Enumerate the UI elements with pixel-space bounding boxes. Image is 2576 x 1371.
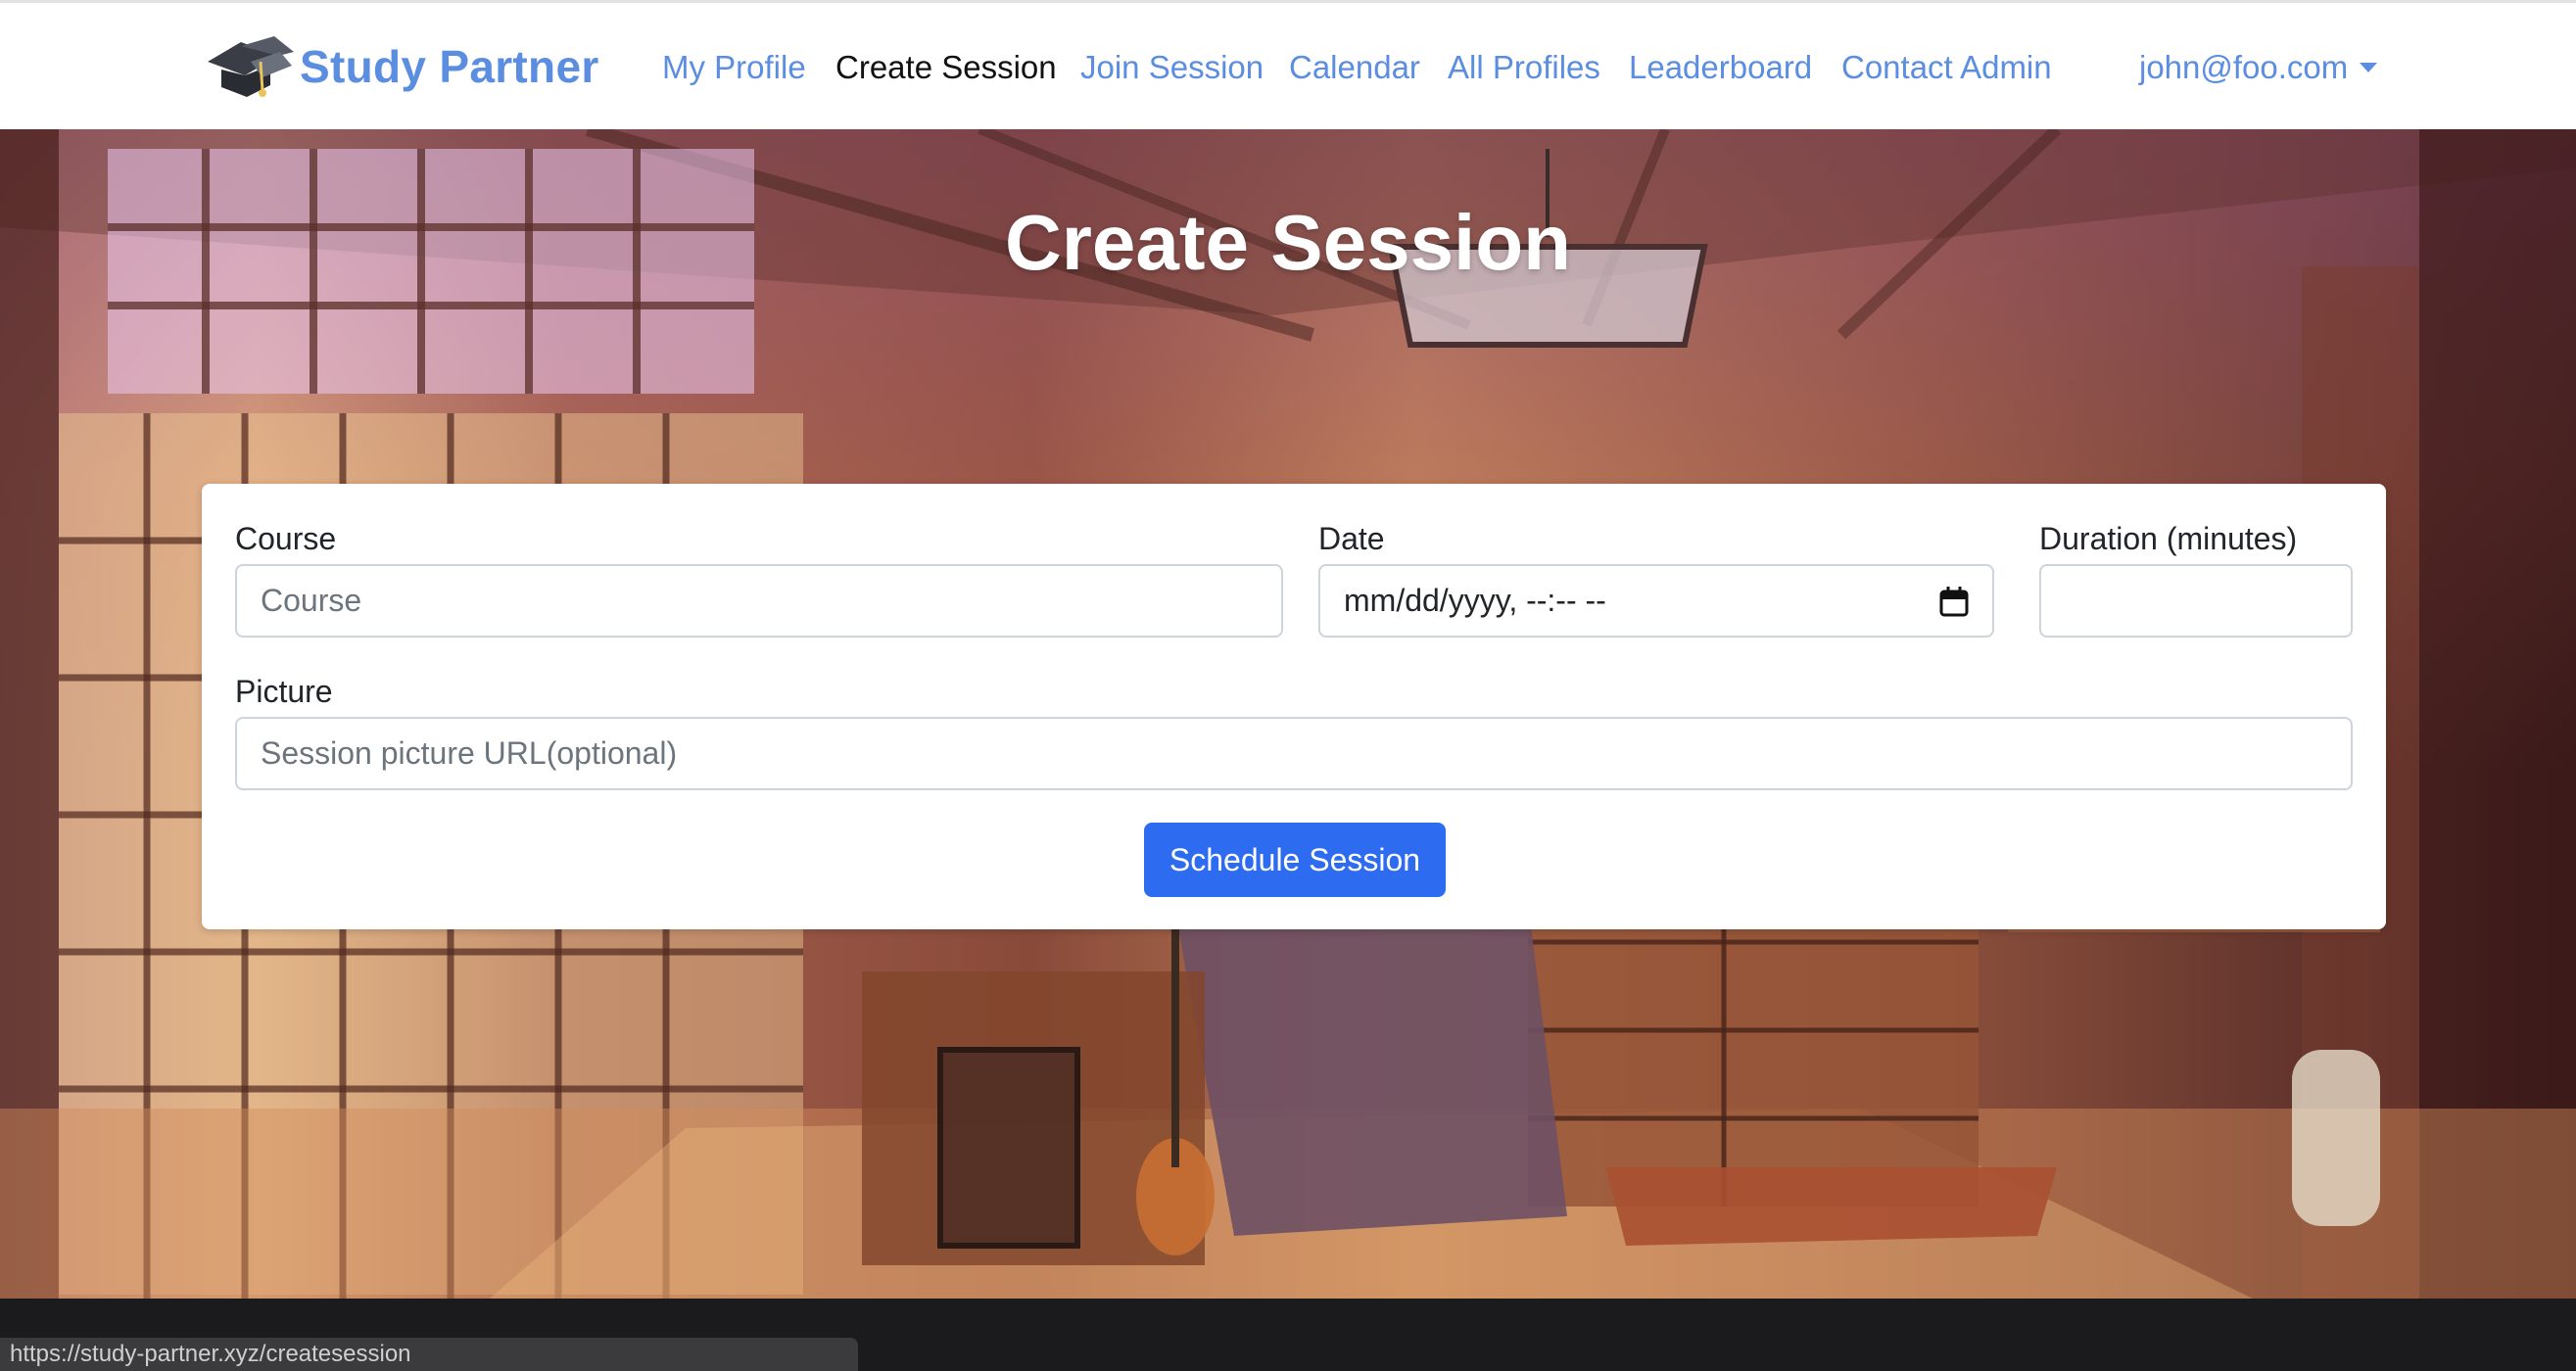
course-label: Course <box>235 521 337 556</box>
nav-all-profiles[interactable]: All Profiles <box>1448 48 1600 87</box>
date-input[interactable]: mm/dd/yyyy, --:-- -- <box>1318 564 1994 638</box>
page-title: Create Session <box>1004 199 1572 286</box>
calendar-icon[interactable] <box>1939 586 1969 617</box>
duration-input[interactable] <box>2039 564 2353 638</box>
navbar: Study Partner My Profile Create Session … <box>0 0 2576 129</box>
date-label: Date <box>1318 521 1385 556</box>
brand-link[interactable]: Study Partner <box>202 32 599 101</box>
user-menu-dropdown[interactable]: john@foo.com <box>2139 48 2378 87</box>
graduation-cap-icon <box>208 36 294 97</box>
nav-leaderboard[interactable]: Leaderboard <box>1629 48 1812 87</box>
user-email: john@foo.com <box>2139 49 2349 85</box>
picture-url-input[interactable] <box>235 717 2353 790</box>
nav-my-profile[interactable]: My Profile <box>662 48 806 87</box>
nav-create-session[interactable]: Create Session <box>835 48 1057 87</box>
brand-name: Study Partner <box>300 41 599 92</box>
schedule-session-button[interactable]: Schedule Session <box>1144 823 1446 897</box>
duration-label: Duration (minutes) <box>2039 521 2298 556</box>
nav-contact-admin[interactable]: Contact Admin <box>1841 48 2052 87</box>
status-bar-url: https://study-partner.xyz/createsession <box>0 1338 858 1371</box>
picture-label: Picture <box>235 674 333 709</box>
date-input-text: mm/dd/yyyy, --:-- -- <box>1344 583 1606 618</box>
caret-down-icon <box>2360 63 2378 72</box>
hero-background: Create Session Course Date mm/dd/yyyy, -… <box>0 129 2576 1299</box>
create-session-form: Course Date mm/dd/yyyy, --:-- -- Duratio… <box>202 484 2386 929</box>
nav-join-session[interactable]: Join Session <box>1080 48 1264 87</box>
course-input[interactable] <box>235 564 1283 638</box>
nav-calendar[interactable]: Calendar <box>1289 48 1420 87</box>
